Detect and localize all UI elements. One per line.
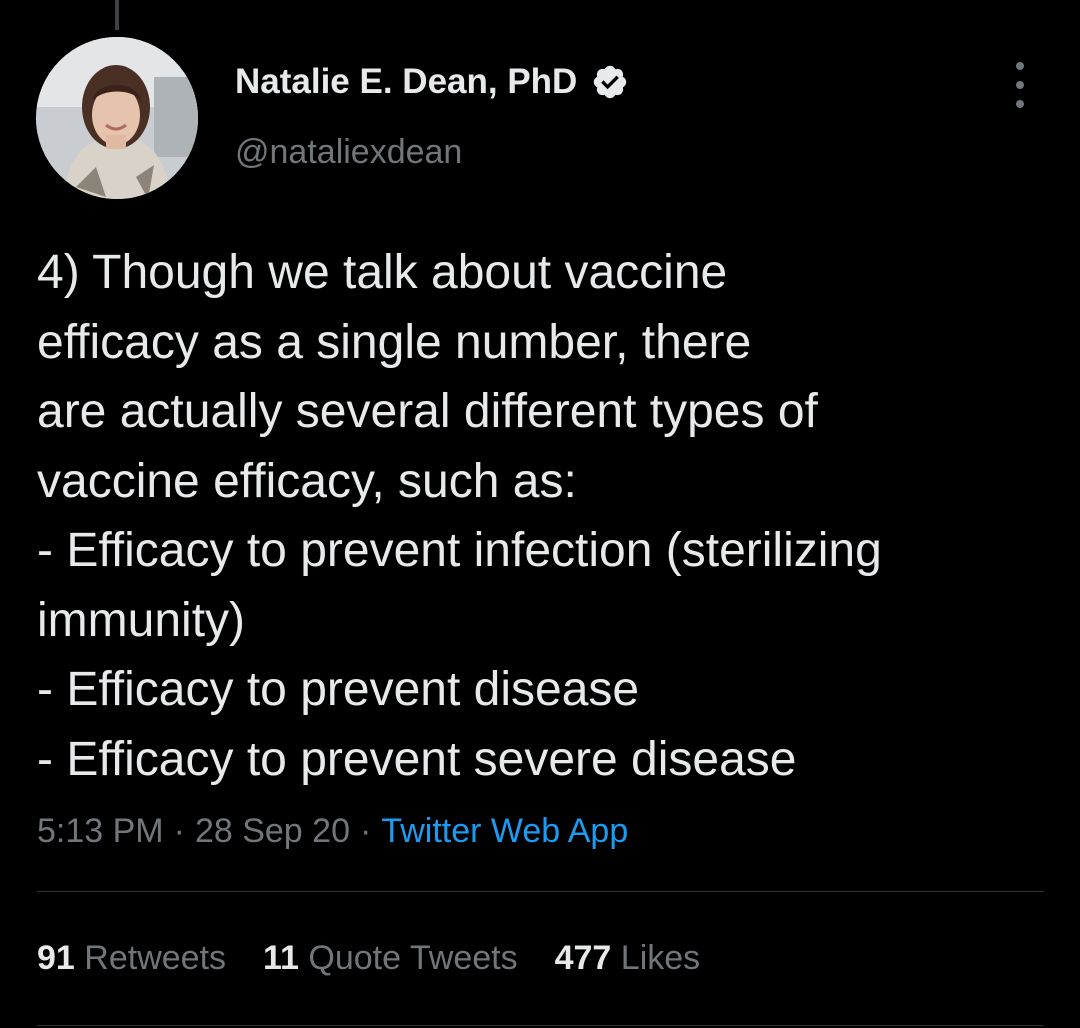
tweet-text-line: immunity) [37,593,246,647]
likes-label: Likes [620,939,701,977]
verified-badge-icon [594,65,627,99]
retweets-label: Retweets [84,939,227,977]
tweet-text-line: efficacy as a single number, there [37,315,752,369]
tweet-time[interactable]: 5:13 PM [37,812,164,850]
thread-connector-line [115,0,119,30]
quote-tweets-count: 11 [263,939,299,977]
tweet-date[interactable]: 28 Sep 20 [195,812,350,850]
author-handle[interactable]: @nataliexdean [235,133,462,172]
tweet-text-line: 4) Though we talk about vaccine [37,246,728,299]
tweet-text-line: are actually several different types of [37,385,818,438]
quote-tweets-label: Quote Tweets [308,939,518,977]
avatar-photo [36,37,198,199]
more-options-button[interactable] [1000,62,1040,108]
divider [37,1025,1044,1026]
meta-separator: · [173,812,185,850]
meta-separator: · [359,812,372,850]
more-vertical-icon-dot [1016,100,1024,108]
tweet-text: 4) Though we talk about vaccine efficacy… [37,238,1067,794]
tweet-text-line: - Efficacy to prevent disease [37,663,640,716]
tweet-source-link[interactable]: Twitter Web App [381,812,628,850]
tweet-text-line: - Efficacy to prevent infection (sterili… [37,524,882,577]
author-name[interactable]: Natalie E. Dean, PhD [235,62,629,102]
tweet-metadata: 5:13 PM · 28 Sep 20 · Twitter Web App [37,812,628,851]
divider [37,891,1044,892]
likes-count: 477 [554,939,612,977]
more-vertical-icon [1016,62,1024,70]
retweets-count: 91 [37,939,75,977]
likes-stat[interactable]: 477 Likes [555,939,701,978]
more-vertical-icon-dot [1016,81,1024,89]
avatar[interactable] [36,37,198,199]
retweets-stat[interactable]: 91 Retweets [37,939,226,978]
quote-tweets-stat[interactable]: 11 Quote Tweets [263,939,518,978]
tweet-text-line: - Efficacy to prevent severe disease [37,732,797,786]
tweet-stats: 91 Retweets 11 Quote Tweets 477 Likes [37,939,737,978]
author-name-text: Natalie E. Dean, PhD [235,62,578,101]
tweet-text-line: vaccine efficacy, such as: [37,454,577,508]
